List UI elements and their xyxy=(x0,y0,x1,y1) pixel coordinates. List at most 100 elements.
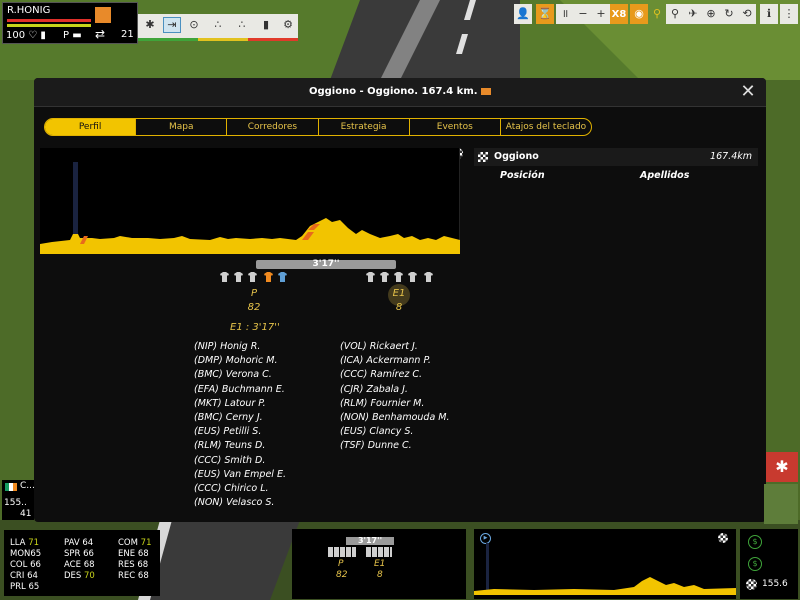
selected-rider-card[interactable]: R.HONIG 100 ♡ ▮ P ▬ ⇄ 21 xyxy=(2,2,138,44)
list-item[interactable]: (VOL) Rickaert J. xyxy=(340,340,450,354)
mini-card-name: C... xyxy=(20,481,35,491)
bottle-icon: ▮ xyxy=(40,30,46,41)
sprint-icon[interactable]: ∴ xyxy=(234,18,250,32)
stat-value: 66 xyxy=(83,549,94,559)
hourglass-icon[interactable]: ⌛ xyxy=(536,4,554,24)
list-item[interactable]: (CCC) Ramírez C. xyxy=(340,368,450,382)
dialog-header: Oggiono - Oggiono. 167.4 km. ✕ xyxy=(34,78,766,106)
list-item[interactable]: (CJR) Zabala J. xyxy=(340,383,450,397)
mini-elevation-profile[interactable]: ▶ xyxy=(474,529,736,599)
motorbike-icon[interactable]: ⚲ xyxy=(666,4,684,24)
dollar-icon[interactable]: $ xyxy=(748,535,762,549)
rider-energy: 100 ♡ ▮ xyxy=(6,30,46,41)
list-item[interactable]: (EUS) Van Empel E. xyxy=(194,468,286,482)
list-item[interactable]: (BMC) Verona C. xyxy=(194,368,286,382)
jersey-own-team-icon xyxy=(264,272,273,282)
gap-time: 3'17'' xyxy=(312,259,340,269)
group-code-peloton[interactable]: P xyxy=(244,288,264,299)
reload-icon[interactable]: ⟲ xyxy=(738,4,756,24)
pause-icon[interactable]: ॥ xyxy=(556,4,574,24)
stage-info-dialog: Oggiono - Oggiono. 167.4 km. ✕ Perfil Ma… xyxy=(34,78,766,522)
jersey-icon xyxy=(220,272,229,282)
stat-value: 68 xyxy=(137,549,149,559)
team-bus-thumbnail xyxy=(764,484,798,524)
list-item[interactable]: (NON) Velasco S. xyxy=(194,496,286,510)
bottle-icon[interactable]: ▮ xyxy=(258,18,274,32)
list-item[interactable]: (TSF) Dunne C. xyxy=(340,439,450,453)
stage-elevation-profile[interactable] xyxy=(40,148,460,254)
stat-key: RES xyxy=(118,560,135,570)
group-count-escape: 8 xyxy=(395,302,403,313)
list-item[interactable]: (NIP) Honig R. xyxy=(194,340,286,354)
rider-mini-card[interactable]: C... 155.. 41 xyxy=(2,480,35,520)
menu-icon[interactable]: ⋮ xyxy=(780,4,798,24)
stat-key: COM xyxy=(118,538,138,548)
group-code-escape[interactable]: E1 xyxy=(389,288,409,299)
list-item[interactable]: (EUS) Clancy S. xyxy=(340,425,450,439)
stat-key: DES xyxy=(64,571,82,581)
list-item[interactable]: (MKT) Latour P. xyxy=(194,397,286,411)
bottom-group-code-escape[interactable]: E1 xyxy=(374,559,385,569)
dialog-tabs: Perfil Mapa Corredores Estrategia Evento… xyxy=(44,118,592,136)
list-item[interactable]: (DMP) Mohoric M. xyxy=(194,354,286,368)
effort-bar-red xyxy=(7,19,91,22)
info-icon[interactable]: ℹ xyxy=(760,4,778,24)
list-item[interactable]: (NON) Benhamouda M. xyxy=(340,411,450,425)
group-count: 21 xyxy=(121,29,134,40)
stat-key: LLA xyxy=(10,538,26,548)
tab-perfil[interactable]: Perfil xyxy=(45,119,137,135)
list-item[interactable]: (RLM) Fournier M. xyxy=(340,397,450,411)
group-riders-icon: ⇄ xyxy=(95,27,106,41)
stat-key: PAV xyxy=(64,538,80,548)
sprint-points-icon[interactable]: $ xyxy=(748,557,762,571)
stat-rec: REC 68 xyxy=(118,571,149,581)
stat-pav: PAV 64 xyxy=(64,538,93,548)
close-button[interactable]: ✕ xyxy=(738,82,758,102)
list-item[interactable]: (BMC) Cerny J. xyxy=(194,411,286,425)
list-item[interactable]: (ICA) Ackermann P. xyxy=(340,354,450,368)
stat-ace: ACE 68 xyxy=(64,560,95,570)
list-item[interactable]: (CCC) Chirico L. xyxy=(194,482,286,496)
pace-icon[interactable]: ∴ xyxy=(210,18,226,32)
relay-icon[interactable]: ⊙ xyxy=(186,18,202,32)
bottom-group-code-peloton[interactable]: P xyxy=(338,559,343,569)
follow-wheel-icon[interactable]: ⇥ xyxy=(163,17,181,33)
mini-elevation-fill xyxy=(474,577,736,595)
settings-gear-icon[interactable]: ⚙ xyxy=(280,18,296,32)
stat-value: 68 xyxy=(137,560,149,570)
minus-icon[interactable]: − xyxy=(574,4,592,24)
target-icon[interactable]: ⊕ xyxy=(702,4,720,24)
team-car-icon[interactable]: ✱ xyxy=(766,452,798,482)
stat-key: ENE xyxy=(118,549,136,559)
tab-eventos[interactable]: Eventos xyxy=(410,119,501,135)
stat-ene: ENE 68 xyxy=(118,549,149,559)
finish-row[interactable]: Oggiono 167.4km xyxy=(474,148,758,166)
tab-estrategia[interactable]: Estrategia xyxy=(319,119,410,135)
plus-icon[interactable]: + xyxy=(592,4,610,24)
list-item[interactable]: (CCC) Smith D. xyxy=(194,454,286,468)
list-item[interactable]: (EUS) Petilli S. xyxy=(194,425,286,439)
attack-icon[interactable]: ✱ xyxy=(142,18,158,32)
stat-des: DES 70 xyxy=(64,571,95,581)
finish-flag-icon xyxy=(718,533,728,543)
tab-atajos[interactable]: Atajos del teclado xyxy=(501,119,591,135)
list-item[interactable]: (RLM) Teuns D. xyxy=(194,439,286,453)
finish-distance: 167.4km xyxy=(710,151,752,162)
stat-key: COL xyxy=(10,560,28,570)
stage-title: Oggiono - Oggiono. 167.4 km. xyxy=(308,86,478,97)
stat-key: ACE xyxy=(64,560,81,570)
helicopter-icon[interactable]: ✈ xyxy=(684,4,702,24)
position-code: P xyxy=(63,30,70,41)
eye-icon[interactable]: ◉ xyxy=(630,4,648,24)
bottom-jerseys-escape xyxy=(366,547,392,557)
rider-stats-panel: LLA 71 PAV 64 COM 71 MON65 SPR 66 ENE 68… xyxy=(4,530,160,596)
refresh-icon[interactable]: ↻ xyxy=(720,4,738,24)
stat-lla: LLA 71 xyxy=(10,538,39,548)
list-item[interactable]: (EFA) Buchmann E. xyxy=(194,383,286,397)
rider-portrait-icon[interactable]: 👤 xyxy=(514,4,532,24)
tab-mapa[interactable]: Mapa xyxy=(136,119,228,135)
jersey-icon xyxy=(248,272,257,282)
cyclist-icon[interactable]: ⚲ xyxy=(648,4,666,24)
tab-corredores[interactable]: Corredores xyxy=(227,119,319,135)
peloton-rider-list: (NIP) Honig R. (DMP) Mohoric M. (BMC) Ve… xyxy=(194,340,286,510)
